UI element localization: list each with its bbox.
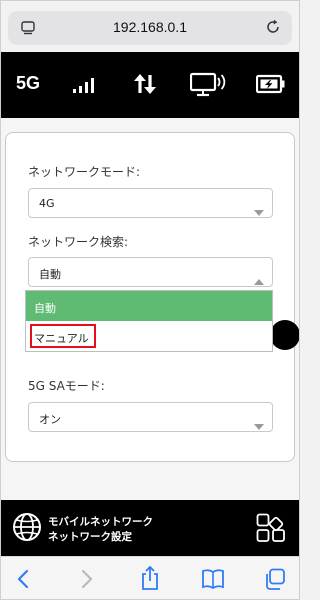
tabs-overview-icon[interactable] xyxy=(264,568,286,594)
data-transfer-arrows-icon xyxy=(133,73,157,99)
globe-icon xyxy=(12,512,42,546)
network-type-label: 5G xyxy=(16,73,41,93)
sa-mode-label: 5G SAモード: xyxy=(28,379,105,393)
footer-line-network-settings: ネットワーク設定 xyxy=(48,531,132,543)
bookmarks-icon[interactable] xyxy=(201,569,225,593)
url-text: 192.168.0.1 xyxy=(113,19,187,35)
footer-bar: モバイルネットワーク ネットワーク設定 xyxy=(0,500,300,556)
network-search-dropdown: 自動 マニュアル xyxy=(25,290,273,352)
reload-icon[interactable] xyxy=(265,19,281,39)
network-search-select[interactable]: 自動 xyxy=(28,257,273,287)
network-search-label: ネットワーク検索: xyxy=(28,235,129,249)
browser-toolbar xyxy=(0,556,300,600)
highlight-box xyxy=(30,324,96,348)
browser-url-bar: 192.168.0.1 xyxy=(0,0,300,52)
address-field[interactable]: 192.168.0.1 xyxy=(8,11,292,45)
network-mode-select[interactable]: 4G xyxy=(28,188,273,218)
network-search-value: 自動 xyxy=(39,268,61,281)
network-mode-label: ネットワークモード: xyxy=(28,165,141,179)
share-icon[interactable] xyxy=(140,565,160,595)
floating-action-button[interactable] xyxy=(270,320,300,350)
device-status-bar: 5G xyxy=(0,52,300,118)
sa-mode-select[interactable]: オン xyxy=(28,402,273,432)
chevron-down-icon xyxy=(254,415,264,434)
sa-mode-value: オン xyxy=(39,413,61,426)
forward-icon[interactable] xyxy=(80,568,94,594)
network-mode-value: 4G xyxy=(39,197,55,210)
option-auto-label: 自動 xyxy=(34,302,56,315)
monitor-wifi-icon xyxy=(189,71,226,101)
footer-menu-link[interactable]: モバイルネットワーク ネットワーク設定 xyxy=(48,515,153,545)
back-icon[interactable] xyxy=(16,568,30,594)
option-manual[interactable]: マニュアル xyxy=(26,321,272,351)
footer-line-mobile-network: モバイルネットワーク xyxy=(48,516,153,528)
chevron-down-icon xyxy=(254,201,264,220)
option-auto[interactable]: 自動 xyxy=(26,291,272,321)
signal-bars-icon xyxy=(72,76,98,98)
battery-charging-icon xyxy=(255,74,286,98)
app-grid-icon[interactable] xyxy=(256,513,286,547)
chevron-up-icon xyxy=(254,270,264,289)
